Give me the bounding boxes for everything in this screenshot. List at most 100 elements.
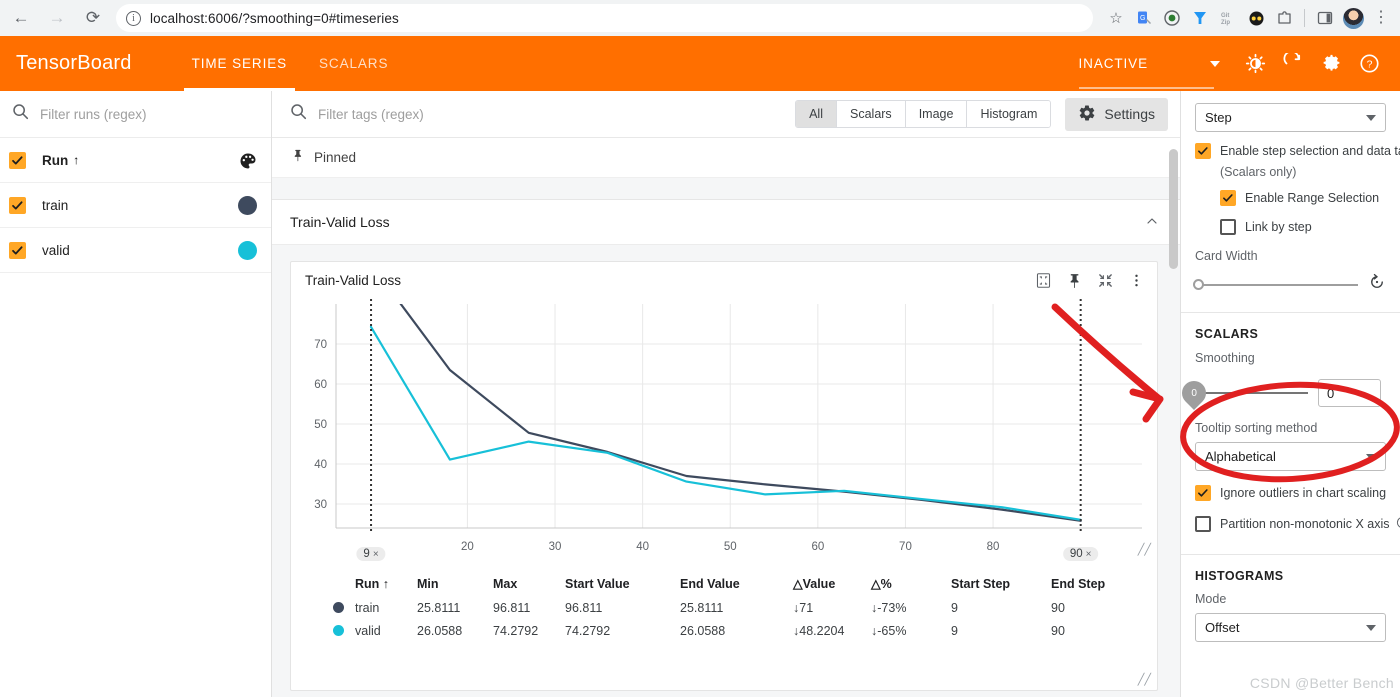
y-icon[interactable] bbox=[1187, 5, 1213, 31]
gear-icon[interactable] bbox=[1314, 47, 1348, 81]
more-vert-icon[interactable] bbox=[1128, 272, 1145, 289]
reload-icon[interactable]: ⟳ bbox=[78, 3, 108, 33]
puzzle-icon[interactable] bbox=[1271, 5, 1297, 31]
status-badge[interactable]: INACTIVE bbox=[1078, 56, 1215, 89]
run-filter-input[interactable] bbox=[40, 106, 259, 122]
tab-time-series[interactable]: TIME SERIES bbox=[176, 36, 303, 91]
col-max[interactable]: Max bbox=[493, 577, 565, 591]
site-info-icon[interactable]: i bbox=[126, 10, 141, 26]
slider-knob[interactable] bbox=[1193, 278, 1204, 290]
tooltip-sorting-label: Tooltip sorting method bbox=[1195, 421, 1318, 435]
chevron-down-icon[interactable] bbox=[1210, 60, 1220, 67]
run-item-train[interactable]: train bbox=[0, 183, 271, 228]
chart-container[interactable]: 30 40 50 60 70 20 30 40 50 60 70 80 9 × 90 × bbox=[291, 298, 1159, 563]
col-start-value[interactable]: Start Value bbox=[565, 577, 680, 591]
restore-icon[interactable] bbox=[1368, 273, 1386, 296]
svg-text:40: 40 bbox=[314, 459, 327, 471]
card-width-slider-row[interactable] bbox=[1193, 273, 1386, 296]
line-chart[interactable]: 30 40 50 60 70 20 30 40 50 60 70 80 bbox=[291, 298, 1159, 563]
close-icon[interactable]: × bbox=[373, 549, 379, 560]
col-start-step[interactable]: Start Step bbox=[951, 577, 1051, 591]
ignore-outliers-checkbox[interactable] bbox=[1195, 485, 1211, 501]
close-icon[interactable]: × bbox=[1086, 549, 1092, 560]
chip-all[interactable]: All bbox=[796, 101, 837, 127]
address-bar[interactable]: i localhost:6006/?smoothing=0#timeseries bbox=[116, 4, 1093, 32]
glasses-icon[interactable] bbox=[1243, 5, 1269, 31]
col-run[interactable]: Run ↑ bbox=[355, 577, 417, 591]
tab-scalars[interactable]: SCALARS bbox=[303, 36, 404, 91]
main-tabs: TIME SERIES SCALARS bbox=[176, 36, 405, 91]
smoothing-slider[interactable]: 0 bbox=[1181, 376, 1308, 410]
panel-divider bbox=[1181, 312, 1400, 313]
run-color-swatch bbox=[238, 240, 257, 260]
smoothing-input[interactable]: 0 bbox=[1318, 379, 1381, 407]
watermark: CSDN @Better Bench bbox=[1249, 675, 1394, 691]
fullscreen-icon[interactable] bbox=[1035, 272, 1052, 289]
avatar[interactable] bbox=[1340, 5, 1366, 31]
ignore-outliers-label: Ignore outliers in chart scaling bbox=[1220, 486, 1387, 500]
smoothing-slider-knob[interactable]: 0 bbox=[1181, 376, 1211, 410]
cell-start-value: 74.2792 bbox=[565, 623, 611, 638]
run-item-valid[interactable]: valid bbox=[0, 228, 271, 273]
card-width-slider[interactable] bbox=[1193, 278, 1358, 290]
col-delta-value[interactable]: △Value bbox=[793, 576, 871, 591]
scrollbar-thumb[interactable] bbox=[1169, 149, 1178, 269]
brightness-icon[interactable] bbox=[1238, 47, 1272, 81]
partition-x-checkbox[interactable] bbox=[1195, 516, 1211, 532]
tag-filter-input[interactable] bbox=[318, 106, 618, 122]
sidepanel-icon[interactable] bbox=[1312, 5, 1338, 31]
histogram-mode-select[interactable]: Offset bbox=[1195, 613, 1386, 642]
help-icon[interactable]: ? bbox=[1352, 47, 1386, 81]
svg-text:30: 30 bbox=[549, 541, 562, 553]
enable-step-selection-checkbox[interactable] bbox=[1195, 143, 1211, 159]
chevron-down-icon bbox=[1366, 453, 1376, 460]
col-end-value[interactable]: End Value bbox=[680, 577, 793, 591]
color-palette-icon[interactable] bbox=[238, 151, 257, 170]
record-icon[interactable] bbox=[1159, 5, 1185, 31]
svg-text:70: 70 bbox=[899, 541, 912, 553]
col-end-step[interactable]: End Step bbox=[1051, 577, 1131, 591]
col-delta-pct[interactable]: △% bbox=[871, 576, 951, 591]
gitzip-icon[interactable]: Git Zip bbox=[1215, 5, 1241, 31]
enable-range-selection-checkbox[interactable] bbox=[1220, 190, 1236, 206]
card-group-header[interactable]: Train-Valid Loss bbox=[272, 200, 1180, 245]
chart-resize-handle[interactable]: ╱╱ bbox=[1138, 543, 1151, 556]
chip-image[interactable]: Image bbox=[905, 101, 968, 127]
card-resize-handle[interactable]: ╱╱ bbox=[1138, 673, 1151, 686]
settings-button[interactable]: Settings bbox=[1065, 97, 1168, 131]
fit-icon[interactable] bbox=[1097, 272, 1114, 289]
link-by-step-row[interactable]: Link by step bbox=[1220, 219, 1386, 235]
sort-arrow-icon[interactable]: ↑ bbox=[73, 153, 79, 167]
partition-x-row[interactable]: Partition non-monotonic X axis ? bbox=[1195, 516, 1400, 534]
help-icon[interactable]: ? bbox=[1396, 516, 1400, 534]
run-checkbox[interactable] bbox=[9, 196, 26, 214]
col-min[interactable]: Min bbox=[417, 577, 493, 591]
select-all-runs-checkbox[interactable] bbox=[9, 151, 26, 169]
chevron-up-icon[interactable] bbox=[1144, 213, 1160, 232]
chip-scalars[interactable]: Scalars bbox=[837, 101, 906, 127]
bookmark-star-icon[interactable]: ☆ bbox=[1103, 5, 1129, 31]
step-axis-select[interactable]: Step bbox=[1195, 103, 1386, 132]
link-by-step-label: Link by step bbox=[1245, 220, 1312, 234]
svg-text:70: 70 bbox=[314, 339, 327, 351]
step-axis-value: Step bbox=[1205, 110, 1232, 125]
enable-step-selection-label: Enable step selection and data table bbox=[1220, 144, 1400, 158]
browser-menu-icon[interactable]: ⋮ bbox=[1368, 5, 1394, 31]
back-arrow-icon[interactable]: ← bbox=[6, 3, 36, 33]
link-by-step-checkbox[interactable] bbox=[1220, 219, 1236, 235]
chip-histogram[interactable]: Histogram bbox=[967, 101, 1051, 127]
enable-range-selection-row[interactable]: Enable Range Selection bbox=[1220, 190, 1386, 206]
pinned-empty-area bbox=[272, 178, 1180, 200]
enable-step-selection-row[interactable]: Enable step selection and data table bbox=[1195, 143, 1400, 159]
tooltip-sorting-select[interactable]: Alphabetical bbox=[1195, 442, 1386, 471]
smoothing-row[interactable]: 0 0 bbox=[1181, 376, 1386, 410]
pin-icon[interactable] bbox=[1066, 272, 1083, 289]
ignore-outliers-row[interactable]: Ignore outliers in chart scaling bbox=[1195, 485, 1386, 501]
translate-icon[interactable]: G bbox=[1131, 5, 1157, 31]
range-marker-end[interactable]: 90 × bbox=[1062, 547, 1099, 561]
range-marker-start[interactable]: 9 × bbox=[356, 547, 386, 561]
forward-arrow-icon[interactable]: → bbox=[42, 3, 72, 33]
runs-header-row[interactable]: Run ↑ bbox=[0, 138, 271, 183]
run-checkbox[interactable] bbox=[9, 241, 26, 259]
refresh-icon[interactable] bbox=[1276, 47, 1310, 81]
